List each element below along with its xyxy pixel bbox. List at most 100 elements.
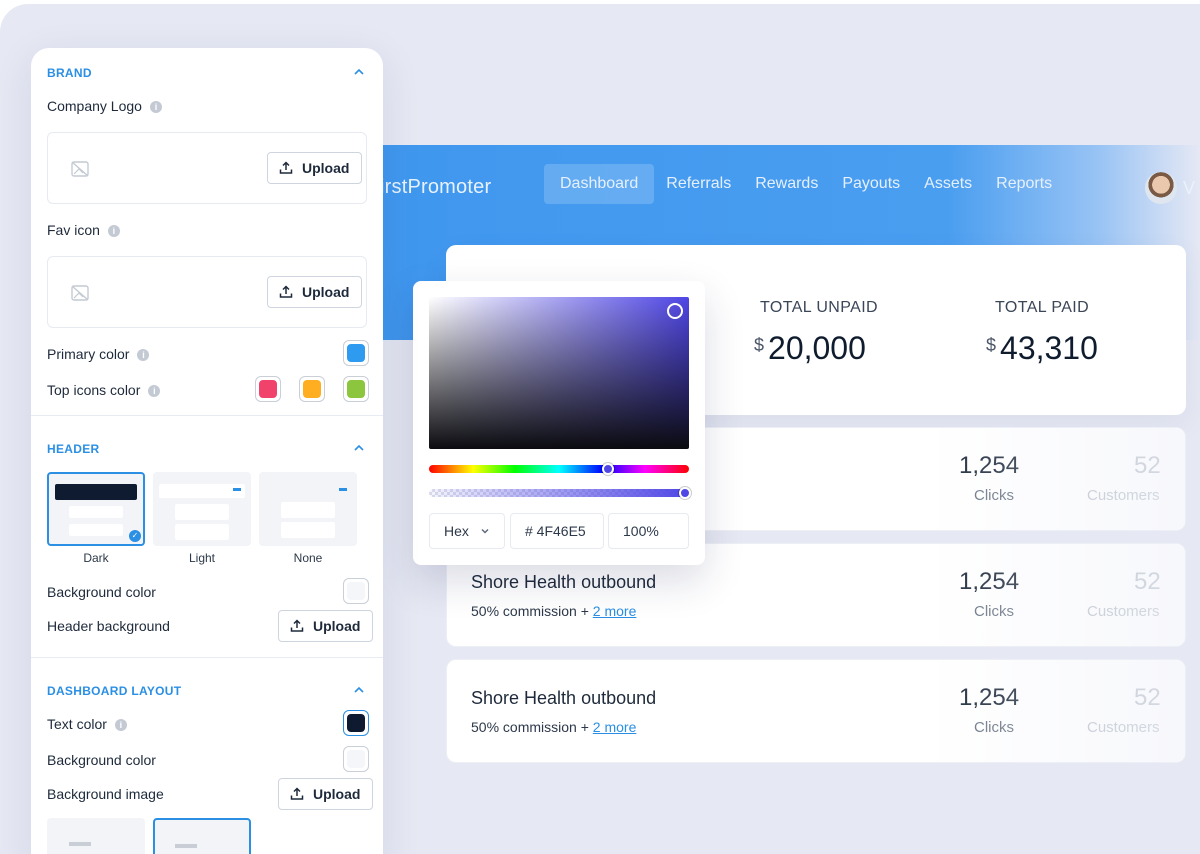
chevron-up-icon[interactable] (353, 443, 365, 453)
customers-count: 52 (1134, 568, 1161, 595)
clicks-count: 1,254 (959, 452, 1020, 479)
alpha-input[interactable]: 100% (608, 513, 689, 549)
commission-text: 50% commission + (471, 603, 593, 619)
header-background-color-swatch[interactable] (343, 578, 369, 604)
top-icon-color-swatch[interactable] (343, 376, 369, 402)
primary-color-text: Primary color (47, 346, 130, 362)
brand-name[interactable]: irstPromoter (380, 176, 491, 199)
text-color-swatch[interactable] (343, 710, 369, 736)
company-logo-text: Company Logo (47, 98, 142, 114)
clicks-label: Clicks (974, 603, 1014, 620)
preview-block (175, 504, 229, 520)
background-image-upload-button[interactable]: Upload (278, 778, 374, 810)
campaign-row[interactable]: Shore Health outbound 50% commission + 2… (446, 659, 1186, 763)
header-option-none[interactable] (259, 472, 357, 546)
swatch-fill-green (347, 380, 365, 398)
preview-block (69, 506, 123, 518)
primary-color-swatch[interactable] (343, 340, 369, 366)
customers-label: Customers (1087, 719, 1160, 736)
check-icon: ✓ (129, 530, 141, 542)
campaign-title: Shore Health outbound (471, 688, 657, 708)
settings-panel: BRAND Company Logo i Upload Fav icon i U… (31, 48, 383, 854)
nav-referrals[interactable]: Referrals (654, 164, 743, 204)
chevron-up-icon[interactable] (353, 67, 365, 77)
nav-payouts[interactable]: Payouts (830, 164, 912, 204)
clicks-label: Clicks (974, 487, 1014, 504)
text-color-fill (347, 714, 365, 732)
saturation-value-area[interactable] (429, 297, 689, 449)
no-image-icon (71, 161, 89, 177)
hex-input[interactable]: # 4F46E5 (510, 513, 604, 549)
campaign-commission: 50% commission + 2 more (471, 603, 636, 619)
preview-accent (339, 488, 347, 491)
nav-assets[interactable]: Assets (912, 164, 984, 204)
upload-button[interactable]: Upload (267, 152, 363, 184)
total-unpaid-amount: 20,000 (768, 330, 866, 366)
total-paid-amount: 43,310 (1000, 330, 1098, 366)
upload-icon (279, 161, 293, 174)
customers-label: Customers (1087, 603, 1160, 620)
upload-button[interactable]: Upload (267, 276, 363, 308)
info-icon[interactable]: i (114, 719, 127, 731)
clicks-count: 1,254 (959, 568, 1020, 595)
header-option-label: Light (188, 551, 216, 565)
top-icons-color-text: Top icons color (47, 382, 141, 398)
nav-dashboard[interactable]: Dashboard (544, 164, 655, 204)
preview-block (281, 522, 335, 538)
header-option-dark[interactable]: ✓ (47, 472, 145, 546)
main-nav: Dashboard Referrals Rewards Payouts Asse… (544, 164, 1064, 204)
brand-section-heading[interactable]: BRAND (47, 66, 92, 80)
currency-symbol: $ (986, 335, 997, 355)
layout-background-color-swatch[interactable] (343, 746, 369, 772)
color-mode-value: Hex (444, 523, 469, 539)
alpha-handle[interactable] (679, 487, 691, 499)
nav-rewards[interactable]: Rewards (743, 164, 830, 204)
customers-count: 52 (1134, 452, 1161, 479)
light-header-preview (159, 484, 245, 498)
dashboard-layout-section-heading[interactable]: DASHBOARD LAYOUT (47, 684, 181, 698)
more-link[interactable]: 2 more (593, 719, 637, 735)
color-picker: Hex # 4F46E5 100% (413, 281, 705, 565)
campaign-commission: 50% commission + 2 more (471, 719, 636, 735)
customers-count: 52 (1134, 684, 1161, 711)
chevron-up-icon[interactable] (353, 685, 365, 695)
saturation-handle[interactable] (667, 303, 683, 319)
avatar[interactable] (1145, 172, 1177, 204)
layout-background-color-label: Background color (47, 752, 156, 768)
text-color-label: Text color i (47, 716, 127, 732)
preview-block (281, 502, 335, 518)
hue-handle[interactable] (602, 463, 614, 475)
info-icon[interactable]: i (107, 225, 120, 237)
hue-slider[interactable] (429, 463, 689, 475)
alpha-slider[interactable] (429, 487, 691, 499)
preview-block (175, 524, 229, 540)
fav-icon-text: Fav icon (47, 222, 100, 238)
company-logo-dropzone[interactable]: Upload (47, 132, 367, 204)
preview-line (175, 844, 197, 848)
primary-color-fill (347, 344, 365, 362)
layout-option[interactable] (47, 818, 145, 854)
currency-symbol: $ (754, 335, 765, 355)
section-divider (31, 657, 383, 658)
customers-label: Customers (1087, 487, 1160, 504)
info-icon[interactable]: i (137, 349, 150, 361)
info-icon[interactable]: i (148, 385, 161, 397)
info-icon[interactable]: i (149, 101, 162, 113)
top-icon-color-swatch[interactable] (255, 376, 281, 402)
primary-color-label: Primary color i (47, 346, 150, 362)
header-background-upload-button[interactable]: Upload (278, 610, 374, 642)
layout-option-selected[interactable] (153, 818, 251, 854)
clicks-count: 1,254 (959, 684, 1020, 711)
header-section-heading[interactable]: HEADER (47, 442, 99, 456)
user-name-initial: V (1183, 178, 1196, 198)
fav-icon-dropzone[interactable]: Upload (47, 256, 367, 328)
total-paid-label: TOTAL PAID (995, 299, 1090, 316)
color-mode-select[interactable]: Hex (429, 513, 505, 549)
header-background-label: Header background (47, 618, 170, 634)
more-link[interactable]: 2 more (593, 603, 637, 619)
header-option-light[interactable] (153, 472, 251, 546)
top-icon-color-swatch[interactable] (299, 376, 325, 402)
no-image-icon (71, 285, 89, 301)
nav-reports[interactable]: Reports (984, 164, 1064, 204)
swatch-fill-orange (303, 380, 321, 398)
